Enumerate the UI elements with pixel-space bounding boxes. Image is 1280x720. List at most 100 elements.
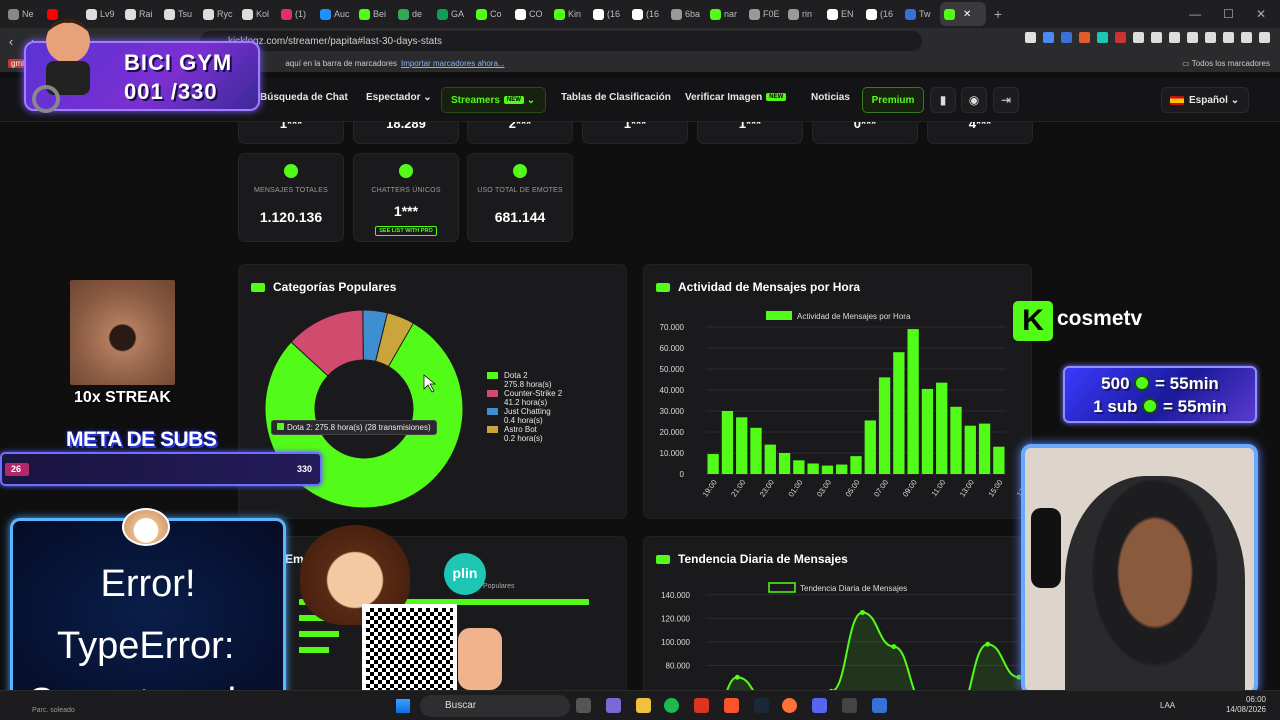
legend-label: Populares [483,583,515,590]
weather-widget[interactable]: Parc. soleado [32,707,75,714]
browser-tab[interactable]: (16 [628,2,665,26]
discord-icon[interactable] [812,698,827,713]
steam-icon[interactable] [754,698,769,713]
y-tick-label: 10.000 [660,449,685,458]
extension-icon[interactable] [1097,32,1108,43]
browser-tab[interactable]: Kin [550,2,587,26]
nav-streamers[interactable]: Streamers NEW ⌄ [441,87,546,113]
firefox-icon[interactable] [782,698,797,713]
share-icon[interactable] [1169,32,1180,43]
bar [807,463,819,474]
tab-favicon-icon [593,8,604,20]
tooltip-swatch [277,423,284,430]
browser-tab[interactable]: Ryc [199,2,236,26]
see-list-pro-button[interactable]: SEE LIST WITH PRO [375,226,437,236]
extension-icon[interactable] [1061,32,1072,43]
taskview-icon[interactable] [576,698,591,713]
all-bookmarks-button[interactable]: ▭ Todos los marcadores [1182,59,1270,68]
puzzle-icon[interactable] [1151,32,1162,43]
extension-icon[interactable] [1133,32,1144,43]
leo-icon[interactable] [1223,32,1234,43]
folder-icon[interactable] [636,698,651,713]
legend-swatch [487,390,498,397]
windows-start-icon[interactable] [396,699,410,713]
browser-tab[interactable]: 6ba [667,2,704,26]
rate-time: = 55min [1163,397,1227,416]
stat-card-partial: 0*** [812,122,918,144]
nav-news[interactable]: Noticias [811,92,850,103]
menu-icon[interactable] [1259,32,1270,43]
browser-tab[interactable]: (16 [589,2,626,26]
login-icon[interactable]: ⇥ [993,87,1019,113]
y-tick-label: 0 [680,470,685,479]
minimize-button[interactable]: — [1189,7,1201,21]
nav-verify-image[interactable]: Verificar Imagen NEW [685,92,787,103]
nav-viewer[interactable]: Espectador ⌄ [366,92,432,103]
discord-icon[interactable]: ◉ [961,87,987,113]
stat-value: 1*** [623,122,647,131]
subs-goal-title: META DE SUBS [66,428,217,451]
tab-favicon-icon [710,8,721,20]
url-field[interactable]: kicklogz.com/streamer/papita#last-30-day… [200,31,922,51]
language-select[interactable]: Español ⌄ [1161,87,1249,113]
y-tick-label: 60.000 [660,344,685,353]
shield-icon[interactable] [1241,32,1252,43]
stat-label: CHATTERS ÚNICOS [371,187,441,194]
subs-current: 26 [11,464,22,474]
stat-value: 681.144 [494,209,546,225]
stats-icon[interactable]: ▮ [930,87,956,113]
premium-button[interactable]: Premium [862,87,924,113]
browser-tab[interactable]: ✕ [940,2,986,26]
browser-tab[interactable]: (16 [862,2,899,26]
tab-bar: Ne Lv9 Rai Tsu Ryc Kol (1) Auc Bei de GA Co CO Kin (16… [0,0,1280,28]
browser-tab[interactable]: Tw [901,2,938,26]
browser-tab[interactable]: F0E [745,2,782,26]
browser-tab[interactable]: Tsu [160,2,197,26]
extension-icon[interactable] [1043,32,1054,43]
extension-icon[interactable] [1079,32,1090,43]
maximize-button[interactable]: ☐ [1223,7,1234,21]
tab-favicon-icon [944,8,955,20]
close-tab-icon[interactable]: ✕ [963,9,971,20]
bar [750,427,762,474]
browser-tab[interactable]: Auc [316,2,353,26]
brave-icon[interactable] [724,698,739,713]
browser-tab[interactable]: nar [706,2,743,26]
nav-leaderboards[interactable]: Tablas de Clasificación [561,92,671,103]
browser-tab[interactable]: (1) [277,2,314,26]
extension-icon[interactable] [1115,32,1126,43]
taskbar-search[interactable]: Buscar [420,695,570,717]
sidebar-icon[interactable] [1187,32,1198,43]
app-icon[interactable] [606,698,621,713]
webcam-frame [1021,444,1258,695]
calculator-icon[interactable] [872,698,887,713]
input-language[interactable]: LAA [1160,701,1175,710]
browser-tab[interactable]: rin [784,2,821,26]
browser-tab[interactable]: CO [511,2,548,26]
clock-date: 14/08/2026 [1225,705,1266,714]
browser-tab[interactable]: de [394,2,431,26]
bar [793,460,805,474]
browser-tab[interactable]: Bei [355,2,392,26]
obs-icon[interactable] [842,698,857,713]
tab-favicon-icon [164,8,175,20]
legend-swatch [487,426,498,433]
browser-tab[interactable]: Rai [121,2,158,26]
spotify-icon[interactable] [664,698,679,713]
close-window-button[interactable]: ✕ [1256,7,1266,21]
extension-icon[interactable] [1025,32,1036,43]
browser-tab[interactable]: Co [472,2,509,26]
clock[interactable]: 06:00 14/08/2026 [1226,695,1266,715]
nav-streamers-label: Streamers [451,95,500,106]
browser-tab[interactable]: Kol [238,2,275,26]
browser-tab[interactable]: EN [823,2,860,26]
bar [821,465,834,474]
wps-icon[interactable] [694,698,709,713]
browser-tab[interactable]: GA [433,2,470,26]
import-bookmarks-link[interactable]: Importar marcadores ahora... [401,59,505,68]
x-tick-label: 15:00 [986,478,1004,499]
nav-viewer-label: Espectador [366,92,421,103]
new-tab-icon[interactable]: + [988,6,1008,22]
wallet-icon[interactable] [1205,32,1216,43]
nav-chat-search[interactable]: Búsqueda de Chat [260,92,348,103]
